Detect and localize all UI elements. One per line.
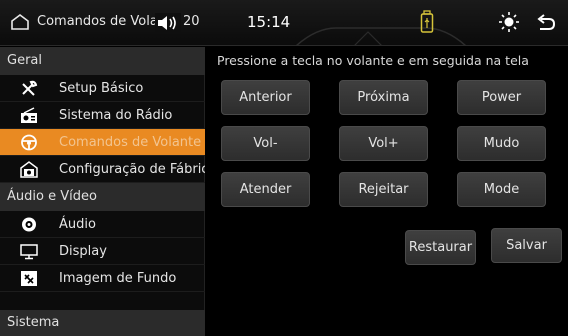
instruction-text: Pressione a tecla no volante e em seguid…	[217, 53, 529, 68]
sidebar-item-label: Imagem de Fundo	[59, 271, 177, 286]
audio-icon	[22, 217, 36, 232]
clock: 15:14	[247, 13, 291, 31]
brightness-icon[interactable]	[498, 11, 520, 33]
mode-button[interactable]: Mode	[457, 172, 546, 207]
sidebar-item-label: Setup Básico	[59, 81, 144, 96]
back-icon[interactable]	[534, 11, 556, 33]
vol-minus-button[interactable]: Vol-	[221, 126, 310, 161]
status-bar-decoration	[296, 27, 466, 46]
sidebar-item-label: Configuração de Fábrica	[59, 162, 205, 177]
sidebar-section-audio-e-video: Áudio e Vídeo	[0, 183, 205, 211]
tools-icon	[22, 80, 38, 96]
vol-plus-button[interactable]: Vol+	[339, 126, 428, 161]
volume-icon[interactable]	[155, 13, 181, 33]
sidebar-item-label: Comandos de Volante	[59, 135, 202, 150]
sidebar-item-comandos-de-volante[interactable]: Comandos de Volante	[0, 129, 205, 156]
atender-button[interactable]: Atender	[221, 172, 310, 207]
usb-icon	[420, 10, 434, 33]
steering-wheel-icon	[21, 134, 37, 151]
sidebar-item-label: Áudio	[59, 217, 96, 232]
sidebar: Geral Setup Básico Sistema do Rádio Coma…	[0, 47, 205, 336]
sidebar-item-label: Display	[59, 244, 107, 259]
mudo-button[interactable]: Mudo	[457, 126, 546, 161]
sidebar-item-setup-basico[interactable]: Setup Básico	[0, 75, 205, 102]
anterior-button[interactable]: Anterior	[221, 80, 310, 115]
sidebar-item-display[interactable]: Display	[0, 238, 205, 265]
sidebar-item-sistema-do-radio[interactable]: Sistema do Rádio	[0, 102, 205, 129]
salvar-button[interactable]: Salvar	[491, 228, 562, 263]
sidebar-section-sistema: Sistema	[0, 310, 205, 336]
rejeitar-button[interactable]: Rejeitar	[339, 172, 428, 207]
power-button[interactable]: Power	[457, 80, 546, 115]
steering-controls-panel: Pressione a tecla no volante e em seguid…	[206, 47, 568, 336]
status-bar: Comandos de Volante 20 15:14	[0, 0, 568, 46]
volume-level: 20	[183, 14, 200, 29]
sidebar-item-label: Sistema do Rádio	[59, 108, 173, 123]
restaurar-button[interactable]: Restaurar	[405, 230, 476, 265]
sidebar-item-configuracao-de-fabrica[interactable]: Configuração de Fábrica	[0, 156, 205, 183]
sidebar-item-imagem-de-fundo[interactable]: Imagem de Fundo	[0, 265, 205, 292]
wallpaper-icon	[21, 271, 37, 286]
home-icon[interactable]	[10, 13, 30, 31]
display-icon	[20, 244, 38, 260]
radio-icon	[21, 107, 37, 123]
sidebar-section-geral: Geral	[0, 47, 205, 75]
factory-icon	[20, 161, 38, 178]
proxima-button[interactable]: Próxima	[339, 80, 428, 115]
sidebar-item-audio[interactable]: Áudio	[0, 211, 205, 238]
